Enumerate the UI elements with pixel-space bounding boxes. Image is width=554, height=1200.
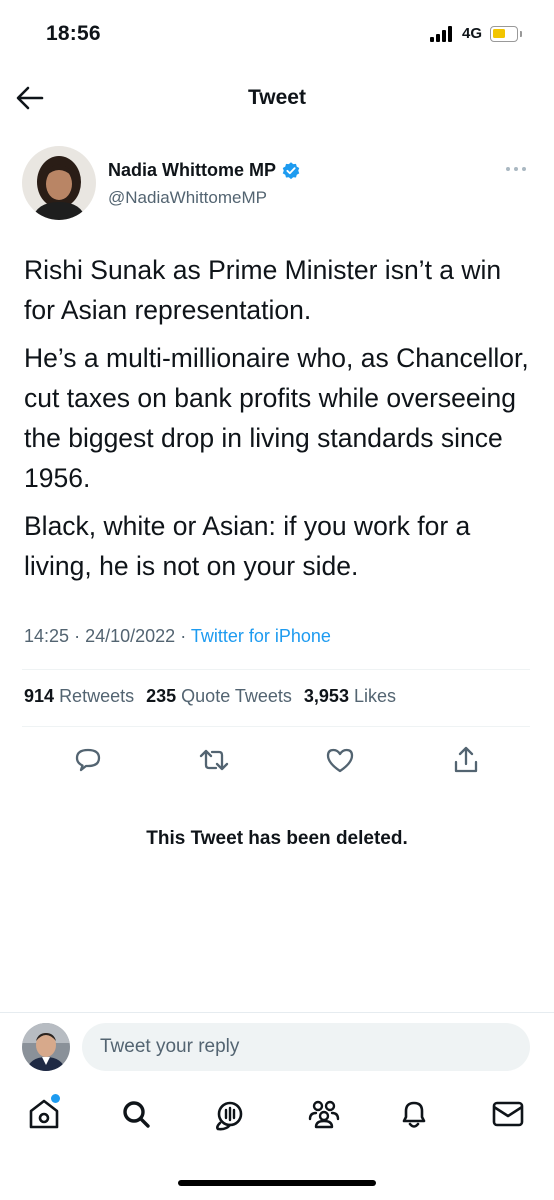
messages-icon [492,1101,524,1127]
retweets-count: 914 [24,686,55,706]
notifications-icon [402,1101,426,1128]
reply-divider [0,1012,554,1013]
spaces-icon [216,1101,243,1131]
tweet-paragraph: Rishi Sunak as Prime Minister isn’t a wi… [24,255,502,325]
quote-tweets-label: Quote Tweets [181,686,292,706]
meta-separator: · [74,626,81,646]
author-name-row: Nadia Whittome MP [108,160,301,181]
author-name[interactable]: Nadia Whittome MP [108,160,276,181]
tweet-text: Rishi Sunak as Prime Minister isn’t a wi… [24,250,536,594]
status-bar: 18:56 4G [0,0,554,70]
quote-tweets-stat[interactable]: 235 Quote Tweets [146,686,292,707]
like-icon [326,748,354,773]
share-icon [454,746,478,773]
divider [22,669,530,670]
tweet-actions [22,744,530,780]
tweet-meta: 14:25 · 24/10/2022 · Twitter for iPhone [24,626,331,647]
author-avatar[interactable] [22,146,96,220]
header: Tweet [0,70,554,128]
reply-input[interactable] [82,1023,530,1071]
nav-communities[interactable] [304,1094,344,1134]
user-avatar[interactable] [22,1023,70,1071]
tweet-paragraph: He’s a multi-millionaire who, as Chancel… [24,343,529,493]
nav-messages[interactable] [488,1094,528,1134]
tweet-source-link[interactable]: Twitter for iPhone [191,626,331,646]
signal-strength-icon [430,26,456,42]
page-title: Tweet [248,86,306,109]
quote-tweets-count: 235 [146,686,177,706]
likes-label: Likes [353,686,396,706]
author-handle[interactable]: @NadiaWhittomeMP [108,188,267,208]
deleted-tweet-notice: This Tweet has been deleted. [146,828,408,849]
verified-badge-icon [282,161,300,179]
retweets-stat[interactable]: 914 Retweets [24,686,134,707]
tweet-author: Nadia Whittome MP @NadiaWhittomeMP [22,146,532,222]
nav-home[interactable] [24,1094,64,1134]
reply-button[interactable] [72,744,104,776]
divider [22,726,530,727]
tweet-paragraph: Black, white or Asian: if you work for a… [24,511,471,581]
likes-count: 3,953 [303,686,349,706]
network-type: 4G [462,25,483,42]
retweet-icon [199,749,229,771]
bottom-navigation [0,1094,554,1144]
retweets-label: Retweets [59,686,135,706]
reply-icon [75,748,101,772]
nav-spaces[interactable] [210,1094,250,1134]
nav-notifications[interactable] [394,1094,434,1134]
tweet-stats: 914 Retweets 235 Quote Tweets 3,953 Like… [24,686,396,707]
more-options-icon[interactable] [504,164,528,174]
communities-icon [308,1100,340,1129]
retweet-button[interactable] [198,744,230,776]
tweet-time: 14:25 [24,626,70,646]
notification-dot [51,1094,60,1103]
likes-stat[interactable]: 3,953 Likes [304,686,396,707]
home-indicator[interactable] [178,1180,376,1186]
search-icon [123,1101,150,1128]
battery-icon [490,26,522,42]
share-button[interactable] [450,744,482,776]
like-button[interactable] [324,744,356,776]
status-time: 18:56 [46,22,101,45]
meta-separator: · [180,626,187,646]
nav-search[interactable] [116,1094,156,1134]
tweet-date: 24/10/2022 [85,626,176,646]
